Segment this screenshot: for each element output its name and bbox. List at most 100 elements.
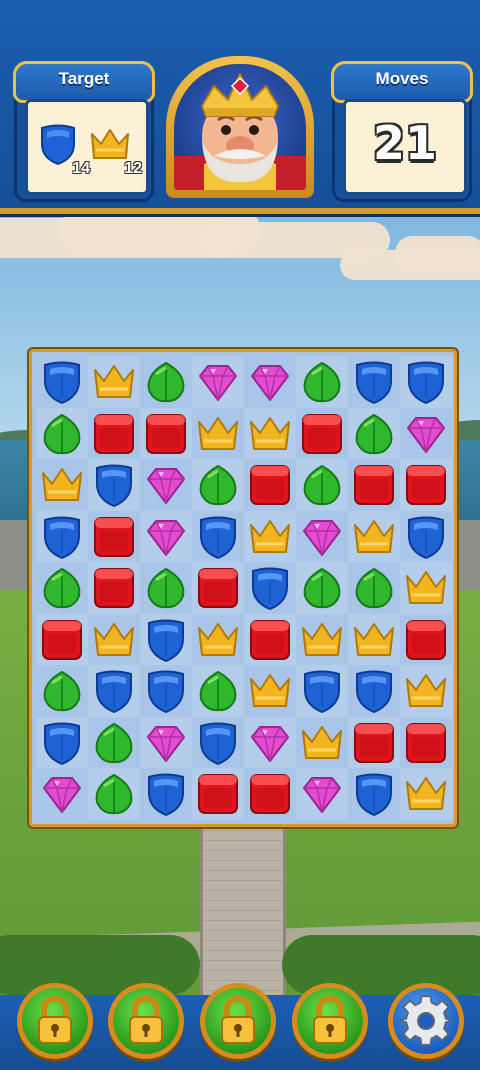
green-leaf-piece[interactable] bbox=[40, 412, 84, 456]
red-box-piece[interactable] bbox=[248, 463, 292, 507]
board-cell[interactable] bbox=[348, 768, 400, 820]
gold-crown-piece[interactable] bbox=[196, 618, 240, 662]
board-cell[interactable] bbox=[244, 510, 296, 562]
blue-shield-piece[interactable] bbox=[404, 360, 448, 404]
board-cell[interactable] bbox=[36, 356, 88, 408]
board-cell[interactable] bbox=[348, 459, 400, 511]
board-cell[interactable] bbox=[36, 407, 88, 459]
green-leaf-piece[interactable] bbox=[300, 463, 344, 507]
board-cell[interactable] bbox=[192, 511, 244, 563]
board-cell[interactable] bbox=[140, 613, 192, 665]
board-cell[interactable] bbox=[400, 356, 452, 408]
green-leaf-piece[interactable] bbox=[300, 360, 344, 404]
green-leaf-piece[interactable] bbox=[196, 669, 240, 713]
green-leaf-piece[interactable] bbox=[92, 772, 136, 816]
green-leaf-piece[interactable] bbox=[352, 566, 396, 610]
board-cell[interactable] bbox=[348, 407, 400, 459]
red-box-piece[interactable] bbox=[40, 618, 84, 662]
board-cell[interactable] bbox=[400, 562, 452, 614]
green-leaf-piece[interactable] bbox=[144, 360, 188, 404]
board-cell[interactable] bbox=[348, 613, 400, 665]
gold-crown-piece[interactable] bbox=[352, 618, 396, 662]
blue-shield-piece[interactable] bbox=[92, 669, 136, 713]
gold-crown-piece[interactable] bbox=[352, 515, 396, 559]
board-cell[interactable] bbox=[36, 768, 88, 820]
board-cell[interactable] bbox=[244, 459, 296, 511]
board-cell[interactable] bbox=[192, 408, 244, 460]
red-box-piece[interactable] bbox=[92, 515, 136, 559]
green-leaf-piece[interactable] bbox=[196, 463, 240, 507]
board-cell[interactable] bbox=[348, 356, 400, 408]
board-cell[interactable] bbox=[244, 562, 296, 614]
board-cell[interactable] bbox=[192, 459, 244, 511]
blue-shield-piece[interactable] bbox=[352, 669, 396, 713]
board-cell[interactable] bbox=[88, 665, 140, 717]
board-cell[interactable] bbox=[140, 407, 192, 459]
gold-crown-piece[interactable] bbox=[300, 721, 344, 765]
settings-button[interactable] bbox=[388, 983, 464, 1059]
board-cell[interactable] bbox=[192, 614, 244, 666]
board-cell[interactable] bbox=[244, 356, 296, 408]
booster-1-button[interactable] bbox=[17, 983, 93, 1059]
board-cell[interactable] bbox=[296, 356, 348, 408]
board-cell[interactable] bbox=[140, 356, 192, 408]
red-box-piece[interactable] bbox=[352, 463, 396, 507]
red-box-piece[interactable] bbox=[300, 412, 344, 456]
board-cell[interactable] bbox=[244, 665, 296, 717]
board-cell[interactable] bbox=[140, 459, 192, 511]
board-cell[interactable] bbox=[140, 562, 192, 614]
board-cell[interactable] bbox=[400, 511, 452, 563]
board-cell[interactable] bbox=[296, 665, 348, 717]
blue-shield-piece[interactable] bbox=[248, 566, 292, 610]
red-box-piece[interactable] bbox=[248, 772, 292, 816]
board-cell[interactable] bbox=[192, 717, 244, 769]
board-cell[interactable] bbox=[88, 717, 140, 769]
board-cell[interactable] bbox=[400, 459, 452, 511]
pink-gem-piece[interactable] bbox=[196, 360, 240, 404]
blue-shield-piece[interactable] bbox=[144, 618, 188, 662]
board-cell[interactable] bbox=[88, 459, 140, 511]
board-cell[interactable] bbox=[36, 510, 88, 562]
booster-3-button[interactable] bbox=[200, 983, 276, 1059]
gold-crown-piece[interactable] bbox=[404, 566, 448, 610]
green-leaf-piece[interactable] bbox=[300, 566, 344, 610]
board-cell[interactable] bbox=[244, 407, 296, 459]
board-cell[interactable] bbox=[36, 562, 88, 614]
board-cell[interactable] bbox=[88, 356, 140, 408]
red-box-piece[interactable] bbox=[404, 463, 448, 507]
pink-gem-piece[interactable] bbox=[300, 772, 344, 816]
green-leaf-piece[interactable] bbox=[92, 721, 136, 765]
booster-4-button[interactable] bbox=[292, 983, 368, 1059]
red-box-piece[interactable] bbox=[352, 721, 396, 765]
board-cell[interactable] bbox=[348, 510, 400, 562]
pink-gem-piece[interactable] bbox=[144, 463, 188, 507]
blue-shield-piece[interactable] bbox=[352, 772, 396, 816]
blue-shield-piece[interactable] bbox=[196, 515, 240, 559]
board-cell[interactable] bbox=[400, 768, 452, 820]
board-cell[interactable] bbox=[88, 768, 140, 820]
board-cell[interactable] bbox=[140, 716, 192, 768]
gold-crown-piece[interactable] bbox=[248, 669, 292, 713]
green-leaf-piece[interactable] bbox=[352, 412, 396, 456]
board-cell[interactable] bbox=[192, 768, 244, 820]
gold-crown-piece[interactable] bbox=[404, 772, 448, 816]
pink-gem-piece[interactable] bbox=[144, 515, 188, 559]
board-cell[interactable] bbox=[296, 717, 348, 769]
gold-crown-piece[interactable] bbox=[300, 618, 344, 662]
pink-gem-piece[interactable] bbox=[404, 412, 448, 456]
board-cell[interactable] bbox=[36, 613, 88, 665]
gold-crown-piece[interactable] bbox=[92, 360, 136, 404]
board-cell[interactable] bbox=[36, 459, 88, 511]
blue-shield-piece[interactable] bbox=[300, 669, 344, 713]
board-cell[interactable] bbox=[244, 768, 296, 820]
red-box-piece[interactable] bbox=[92, 412, 136, 456]
board-cell[interactable] bbox=[88, 408, 140, 460]
board-cell[interactable] bbox=[296, 408, 348, 460]
board-cell[interactable] bbox=[88, 562, 140, 614]
gold-crown-piece[interactable] bbox=[248, 515, 292, 559]
blue-shield-piece[interactable] bbox=[144, 669, 188, 713]
red-box-piece[interactable] bbox=[196, 566, 240, 610]
green-leaf-piece[interactable] bbox=[40, 669, 84, 713]
red-box-piece[interactable] bbox=[404, 618, 448, 662]
pink-gem-piece[interactable] bbox=[248, 360, 292, 404]
